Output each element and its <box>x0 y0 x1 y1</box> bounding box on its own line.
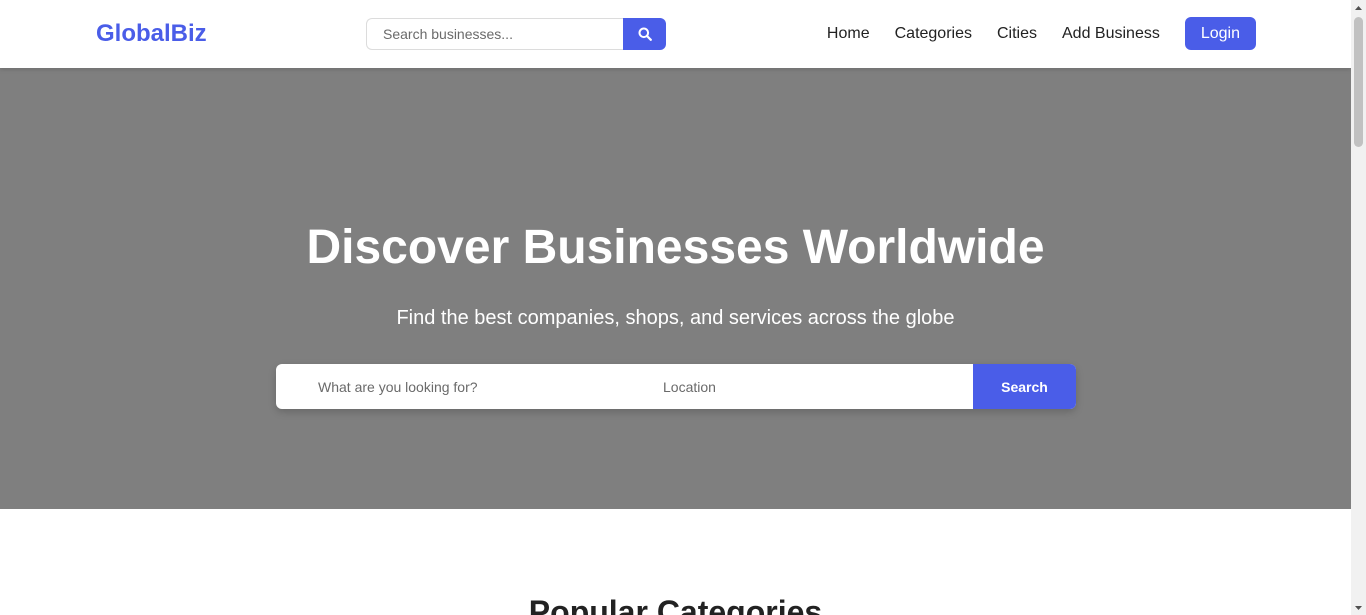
vertical-scrollbar[interactable] <box>1351 0 1366 615</box>
hero-search-bar: Search <box>276 364 1076 409</box>
nav-categories[interactable]: Categories <box>895 25 972 43</box>
header-search-input[interactable] <box>366 18 624 50</box>
header-search <box>366 18 666 50</box>
search-icon <box>638 27 652 41</box>
login-button[interactable]: Login <box>1184 17 1256 50</box>
hero-title: Discover Businesses Worldwide <box>306 221 1045 274</box>
hero-search-button[interactable]: Search <box>973 364 1076 409</box>
hero-subtitle: Find the best companies, shops, and serv… <box>396 307 955 329</box>
nav-add-business[interactable]: Add Business <box>1062 25 1160 43</box>
popular-categories-heading: Popular Categories <box>528 594 823 615</box>
scroll-down-arrow-icon[interactable] <box>1351 600 1366 615</box>
what-search-input[interactable] <box>316 364 616 409</box>
hero-section: Discover Businesses Worldwide Find the b… <box>0 68 1351 509</box>
nav-cities[interactable]: Cities <box>997 25 1037 43</box>
scrollbar-thumb[interactable] <box>1354 17 1363 147</box>
main-nav: Home Categories Cities Add Business Logi… <box>827 17 1256 50</box>
logo[interactable]: GlobalBiz <box>96 20 207 48</box>
header-search-button[interactable] <box>623 18 666 50</box>
location-input[interactable] <box>661 364 961 409</box>
page: GlobalBiz Home Categories Cities Add Bus… <box>0 0 1351 615</box>
nav-home[interactable]: Home <box>827 25 870 43</box>
site-header: GlobalBiz Home Categories Cities Add Bus… <box>0 0 1351 68</box>
scroll-up-arrow-icon[interactable] <box>1351 0 1366 15</box>
